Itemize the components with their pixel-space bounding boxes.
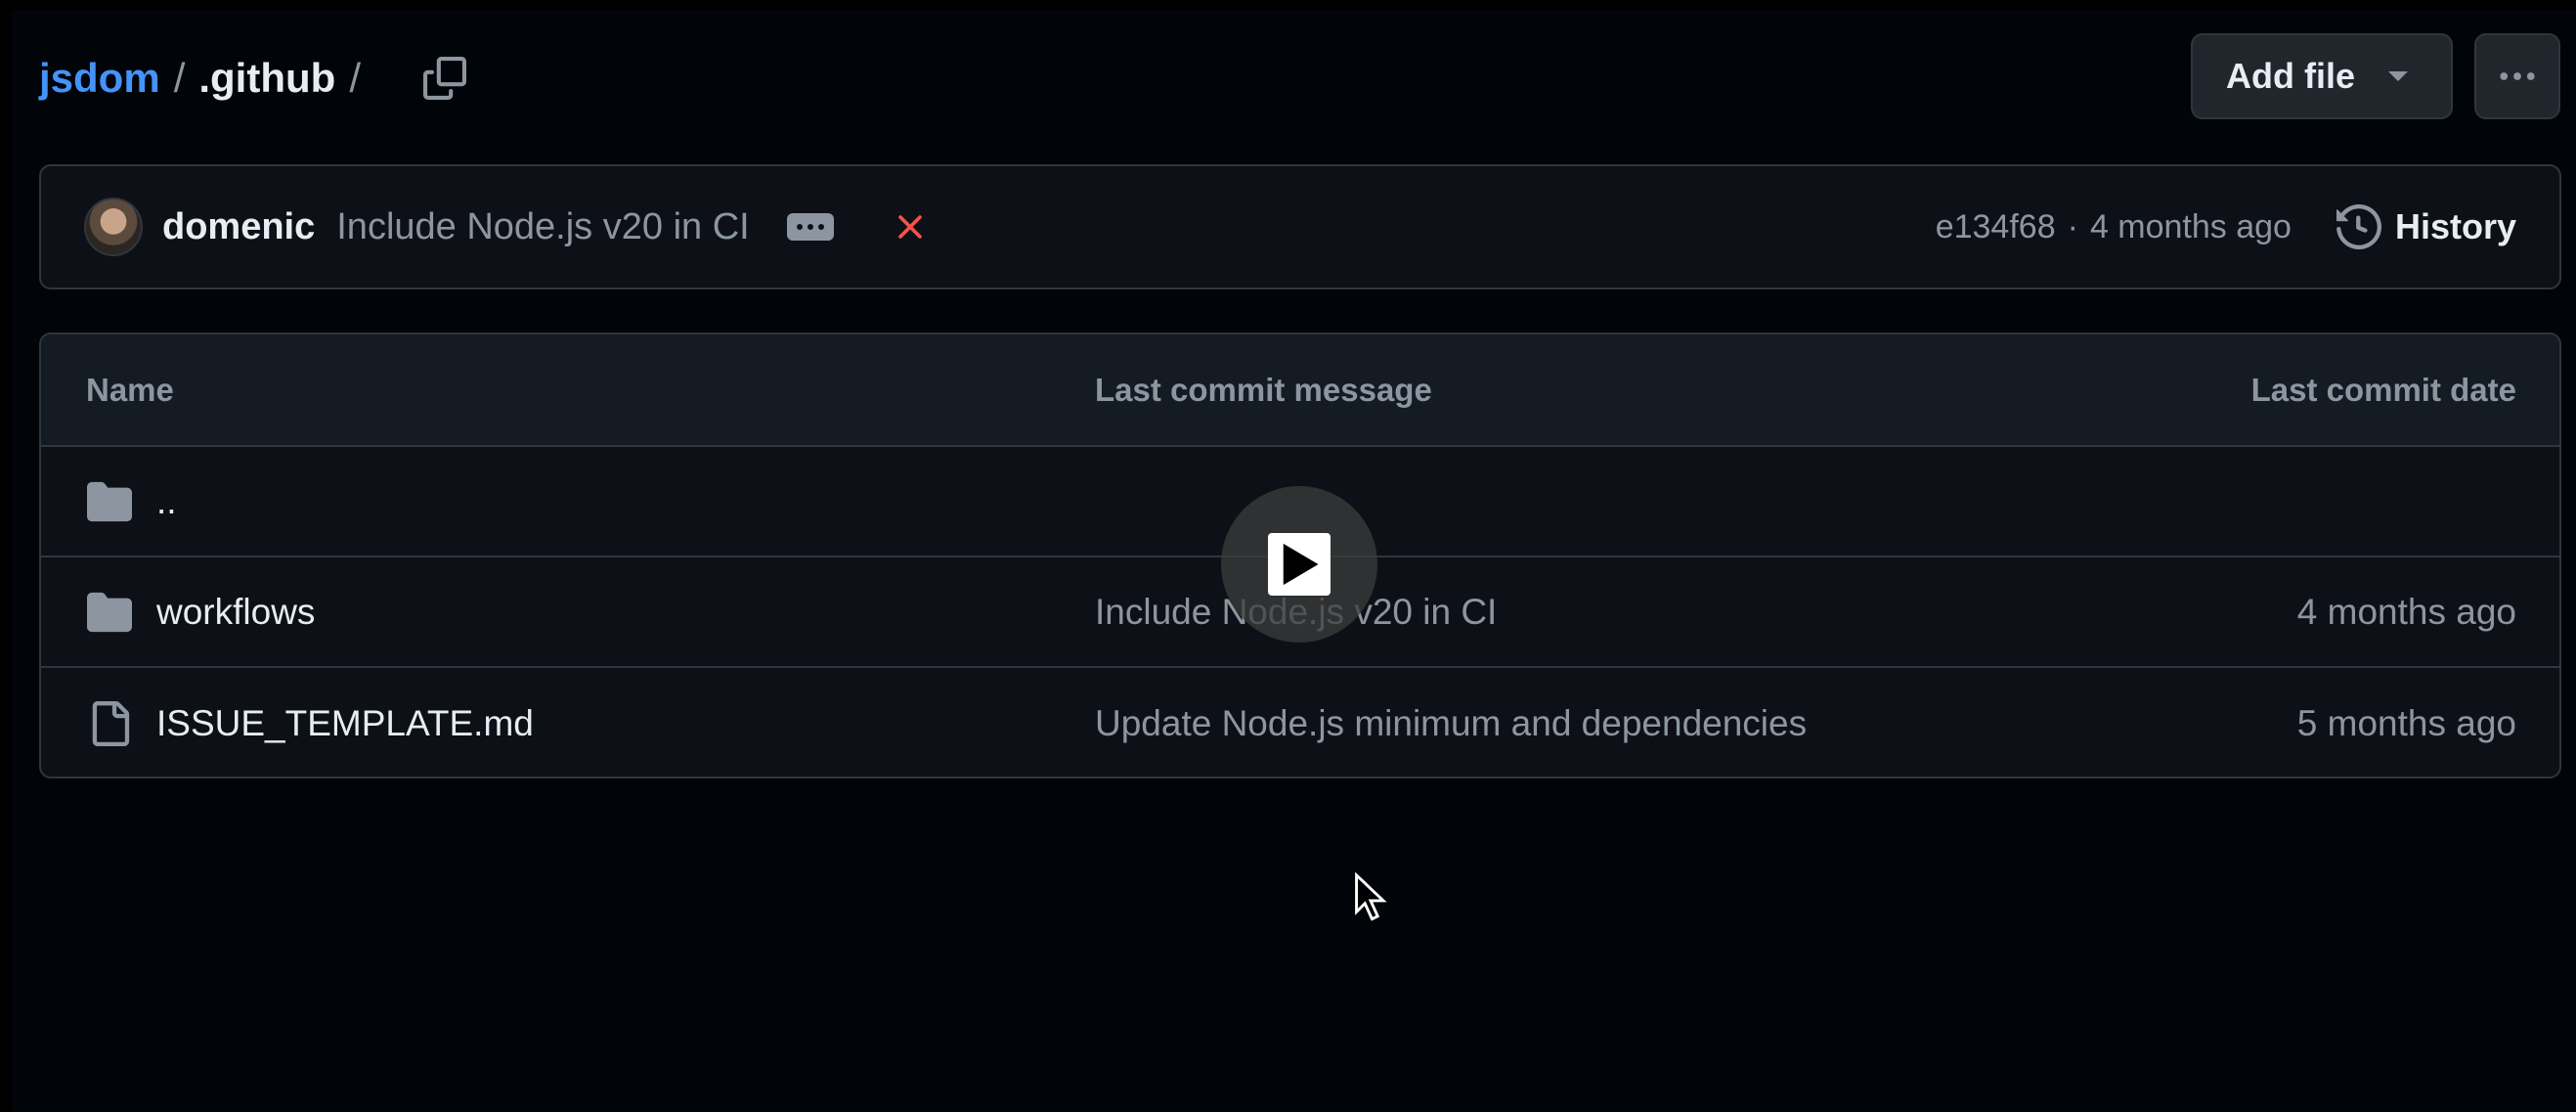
commit-author-link[interactable]: domenic [162, 206, 315, 248]
row-name-link[interactable]: ISSUE_TEMPLATE.md [156, 703, 534, 744]
page: jsdom / .github / Add file domenic Inclu… [0, 0, 2576, 1112]
commit-sha-link[interactable]: e134f68 [1936, 208, 2056, 246]
latest-commit-bar: domenic Include Node.js v20 in CI e134f6… [39, 164, 2561, 289]
breadcrumb-repo-link[interactable]: jsdom [39, 55, 160, 102]
video-play-button[interactable] [1221, 486, 1377, 643]
column-header-name: Name [86, 371, 174, 408]
row-commit-message-link[interactable]: Update Node.js minimum and dependencies [1095, 703, 1807, 744]
frame-edge-left [0, 0, 12, 1112]
breadcrumb-separator: / [349, 55, 361, 101]
commit-time: 4 months ago [2089, 207, 2292, 245]
ellipsis-dot [817, 224, 824, 230]
history-button[interactable]: History [2336, 204, 2516, 249]
chevron-down-icon [2388, 71, 2408, 81]
avatar[interactable] [84, 198, 143, 256]
row-commit-date: 5 months ago [2296, 702, 2516, 743]
column-header-date: Last commit date [2250, 371, 2516, 408]
meta-separator: · [2067, 207, 2078, 245]
table-header: Name Last commit message Last commit dat… [41, 334, 2559, 447]
ellipsis-dot [807, 224, 813, 230]
breadcrumb-separator: / [173, 55, 186, 101]
table-row: ISSUE_TEMPLATE.md Update Node.js minimum… [41, 668, 2559, 777]
commit-meta: e134f68 · 4 months ago History [1936, 204, 2516, 249]
folder-icon [86, 478, 133, 525]
play-icon [1268, 533, 1331, 596]
kebab-horizontal-icon [2500, 72, 2535, 80]
row-name-link[interactable]: .. [156, 481, 177, 522]
row-name-link[interactable]: workflows [156, 592, 315, 633]
file-icon [86, 700, 133, 747]
breadcrumb: jsdom / .github / [39, 47, 472, 110]
folder-icon [86, 589, 133, 636]
commit-message-link[interactable]: Include Node.js v20 in CI [336, 206, 749, 248]
add-file-button[interactable]: Add file [2191, 33, 2453, 119]
history-label: History [2394, 206, 2516, 246]
copy-path-button[interactable] [417, 51, 472, 106]
column-header-message: Last commit message [1095, 371, 1432, 408]
breadcrumb-current-folder: .github [198, 55, 336, 101]
ci-status-failed[interactable] [893, 209, 928, 245]
mouse-cursor-icon [1355, 872, 1387, 921]
history-icon [2336, 204, 2381, 249]
x-icon [897, 215, 922, 239]
more-options-button[interactable] [2474, 33, 2560, 119]
expand-commit-message-button[interactable] [786, 213, 834, 241]
frame-edge [0, 0, 2576, 10]
row-commit-date: 4 months ago [2296, 591, 2516, 632]
add-file-label: Add file [2226, 56, 2355, 96]
ellipsis-dot [796, 224, 803, 230]
copy-icon [422, 57, 466, 100]
